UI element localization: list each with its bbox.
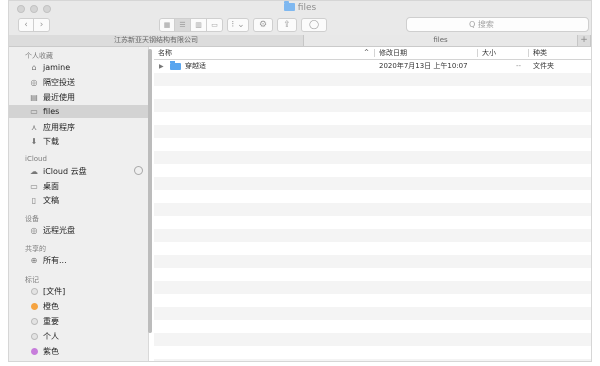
sort-chevron-icon: ^ bbox=[364, 49, 370, 56]
sidebar-tag-personal[interactable]: 个人 bbox=[29, 330, 148, 343]
gallery-view-button[interactable]: ▭ bbox=[207, 18, 223, 32]
sidebar-item-airdrop[interactable]: ◎ 隔空投送 bbox=[29, 76, 148, 89]
icon-view-button[interactable]: ▦ bbox=[159, 18, 175, 32]
sidebar-item-jamine[interactable]: ⌂ jamine bbox=[29, 61, 148, 74]
document-icon: ▯ bbox=[31, 196, 37, 205]
column-view-button[interactable]: ▥ bbox=[191, 18, 207, 32]
view-mode-group: ▦ ☰ ▥ ▭ bbox=[159, 18, 223, 32]
applications-icon: ⋏ bbox=[31, 123, 37, 132]
sidebar-item-downloads[interactable]: ⬇ 下载 bbox=[29, 135, 148, 148]
sidebar-tag-purple[interactable]: 紫色 bbox=[29, 345, 148, 358]
file-name: 穿越适 bbox=[185, 62, 206, 70]
sidebar-tag-orange[interactable]: 橙色 bbox=[29, 300, 148, 313]
sidebar-item-files[interactable]: ▭ files bbox=[9, 105, 148, 118]
cloud-icon: ☁ bbox=[30, 167, 38, 176]
list-view-button[interactable]: ☰ bbox=[175, 18, 191, 32]
new-tab-button[interactable]: + bbox=[578, 35, 591, 46]
tag-dot-icon bbox=[31, 348, 38, 355]
table-row[interactable]: ▶ 穿越适 2020年7月13日 上午10:07 -- 文件夹 bbox=[154, 60, 591, 73]
tag-dot-icon bbox=[31, 288, 38, 295]
column-kind-header[interactable]: 种类 bbox=[533, 47, 547, 59]
back-button[interactable]: ‹ bbox=[18, 18, 34, 32]
sidebar-item-recents[interactable]: ▤ 最近使用 bbox=[29, 91, 148, 104]
sidebar-item-applications[interactable]: ⋏ 应用程序 bbox=[29, 121, 148, 134]
recents-icon: ▤ bbox=[30, 93, 38, 102]
section-icloud: iCloud bbox=[25, 155, 47, 163]
sidebar-tag-files[interactable]: [文件] bbox=[29, 285, 148, 298]
tab-bar: 江苏新亚天钢结构有限公司 files + bbox=[9, 35, 591, 47]
tag-button[interactable]: ◯ bbox=[301, 18, 327, 32]
column-header: 名称 ^ 修改日期 大小 种类 bbox=[154, 47, 591, 60]
tab-company[interactable]: 江苏新亚天钢结构有限公司 bbox=[9, 35, 304, 46]
tab-files[interactable]: files bbox=[303, 35, 579, 46]
file-date: 2020年7月13日 上午10:07 bbox=[379, 62, 468, 70]
section-tags: 标记 bbox=[25, 276, 39, 284]
sidebar: 个人收藏 ⌂ jamine ◎ 隔空投送 ▤ 最近使用 ▭ files ⋏ 应用程序 ⬇ 下… bbox=[9, 47, 149, 361]
folder-icon bbox=[170, 61, 181, 70]
disclosure-triangle-icon[interactable]: ▶ bbox=[159, 60, 164, 73]
finder-window: files ‹ › ▦ ☰ ▥ ▭ ⁝ ⌄ ⚙ ⌄ ⇪ ◯ Q 搜索 江苏新亚天… bbox=[8, 0, 592, 362]
file-size: -- bbox=[516, 62, 522, 70]
download-icon: ⬇ bbox=[30, 137, 38, 146]
column-name-header[interactable]: 名称 bbox=[158, 47, 172, 59]
column-size-header[interactable]: 大小 bbox=[482, 47, 496, 59]
forward-button[interactable]: › bbox=[34, 18, 50, 32]
desktop-icon: ▭ bbox=[30, 182, 38, 191]
share-button[interactable]: ⇪ bbox=[277, 18, 297, 32]
folder-icon bbox=[283, 1, 295, 11]
file-list: 名称 ^ 修改日期 大小 种类 ▶ 穿越适 2020年7月13日 上午10:07… bbox=[154, 47, 591, 361]
section-devices: 设备 bbox=[25, 215, 39, 223]
titlebar: files ‹ › ▦ ☰ ▥ ▭ ⁝ ⌄ ⚙ ⌄ ⇪ ◯ Q 搜索 bbox=[9, 1, 591, 42]
sidebar-item-desktop[interactable]: ▭ 桌面 bbox=[29, 180, 148, 193]
search-input[interactable]: Q 搜索 bbox=[406, 17, 589, 32]
airdrop-icon: ◎ bbox=[30, 78, 38, 87]
action-gear-button[interactable]: ⚙ ⌄ bbox=[253, 18, 273, 42]
section-favorites: 个人收藏 bbox=[25, 52, 53, 60]
sidebar-item-remote-disc[interactable]: ◎ 远程光盘 bbox=[29, 224, 148, 237]
nav-buttons: ‹ › bbox=[18, 18, 50, 32]
sidebar-scrollbar[interactable] bbox=[148, 49, 152, 333]
file-rows: ▶ 穿越适 2020年7月13日 上午10:07 -- 文件夹 bbox=[154, 60, 591, 361]
window-title: files bbox=[9, 1, 591, 13]
home-icon: ⌂ bbox=[31, 63, 37, 72]
disc-icon: ◎ bbox=[30, 226, 38, 235]
sidebar-item-all-shared[interactable]: ⊕ 所有... bbox=[29, 254, 148, 267]
section-shared: 共享的 bbox=[25, 245, 46, 253]
arrange-button[interactable]: ⁝ ⌄ bbox=[227, 18, 249, 32]
folder-icon: ▭ bbox=[30, 107, 38, 116]
sidebar-item-documents[interactable]: ▯ 文稿 bbox=[29, 194, 148, 207]
sidebar-item-icloud-drive[interactable]: ☁ iCloud 云盘 bbox=[29, 165, 148, 178]
icloud-status-icon bbox=[134, 166, 143, 175]
sidebar-tag-important[interactable]: 重要 bbox=[29, 315, 148, 328]
file-kind: 文件夹 bbox=[533, 62, 554, 70]
tag-dot-icon bbox=[31, 303, 38, 310]
tag-dot-icon bbox=[31, 318, 38, 325]
network-icon: ⊕ bbox=[30, 256, 38, 265]
tag-dot-icon bbox=[31, 333, 38, 340]
column-date-header[interactable]: 修改日期 bbox=[379, 47, 407, 59]
